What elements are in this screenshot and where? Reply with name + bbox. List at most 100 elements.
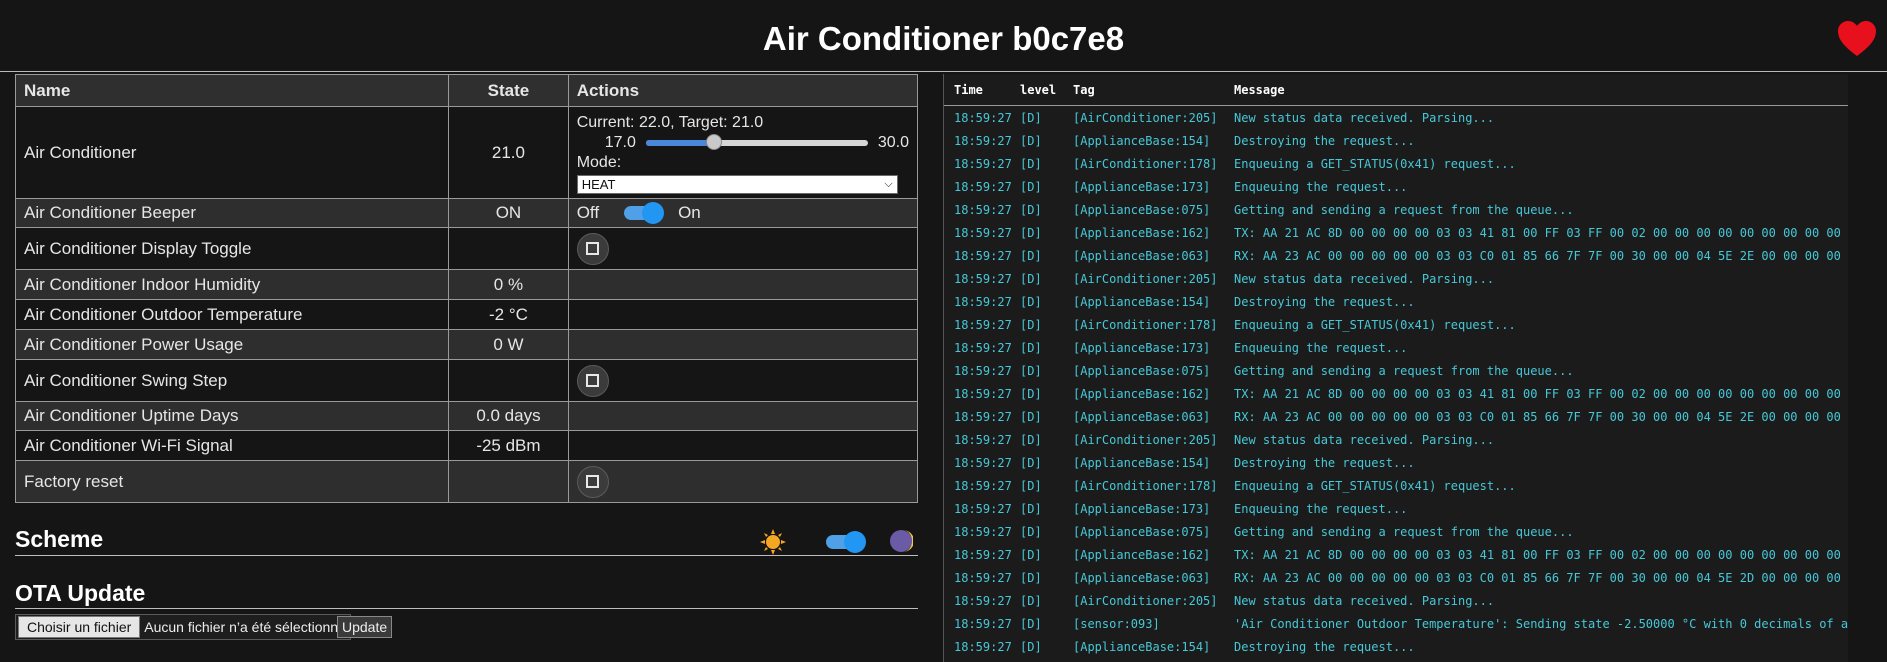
log-row: 18:59:27 [D] [ApplianceBase:154] Destroying… xyxy=(944,451,1887,474)
log-row: 18:59:27 [D] [AirConditioner:205] New statu… xyxy=(944,267,1887,290)
log-message: Destroying the request... xyxy=(1234,294,1415,309)
log-row: 18:59:27 [D] [AirConditioner:178] Enqueuing… xyxy=(944,152,1887,175)
log-message: TX: AA 21 AC 8D 00 00 00 00 03 03 41 81 … xyxy=(1234,386,1863,401)
beeper-toggle-row: Off On xyxy=(577,202,909,224)
entity-state: -2 °C xyxy=(448,299,569,330)
entity-state xyxy=(448,359,569,402)
log-time: 18:59:27 xyxy=(954,639,1012,654)
log-time: 18:59:27 xyxy=(954,294,1012,309)
climate-actions: Current: 22.0, Target: 21.0 17.0 30.0 Mo… xyxy=(567,106,919,199)
log-row: 18:59:27 [D] [ApplianceBase:162] TX: AA 21 … xyxy=(944,221,1887,244)
log-level: [D] xyxy=(1020,386,1042,401)
log-row: 18:59:27 [D] [ApplianceBase:075] Getting an… xyxy=(944,198,1887,221)
log-tag: [ApplianceBase:063] xyxy=(1073,248,1211,263)
target-temperature-slider[interactable] xyxy=(645,134,868,150)
entity-name: Air Conditioner xyxy=(14,106,450,199)
table-row: Air Conditioner Uptime Days 0.0 days xyxy=(14,401,919,431)
table-row: Air Conditioner Power Usage 0 W xyxy=(14,329,919,360)
ota-file-input[interactable]: Choisir un fichier Aucun fichier n’a été… xyxy=(15,614,351,640)
log-tag: [AirConditioner:178] xyxy=(1073,478,1218,493)
swing-step-button[interactable] xyxy=(576,364,609,397)
log-level: [D] xyxy=(1020,501,1042,516)
log-message: New status data received. Parsing... xyxy=(1234,271,1495,286)
log-tag: [AirConditioner:178] xyxy=(1073,317,1218,332)
log-time: 18:59:27 xyxy=(954,570,1012,585)
log-row: 18:59:27 [D] [ApplianceBase:063] RX: AA 23 … xyxy=(944,244,1887,267)
table-row: Air Conditioner 21.0 Current: 22.0, Targ… xyxy=(14,106,919,199)
slider-thumb[interactable] xyxy=(706,134,723,150)
log-time: 18:59:27 xyxy=(954,133,1012,148)
entity-name: Air Conditioner Display Toggle xyxy=(14,227,450,270)
ota-title: OTA Update xyxy=(15,580,146,606)
scheme-switch[interactable] xyxy=(826,531,866,553)
factory-reset-button[interactable] xyxy=(576,465,609,498)
log-row: 18:59:27 [D] [ApplianceBase:075] Getting an… xyxy=(944,520,1887,543)
log-level: [D] xyxy=(1020,225,1042,240)
heart-icon[interactable] xyxy=(1837,20,1877,58)
update-button[interactable]: Update xyxy=(337,616,393,638)
square-icon xyxy=(586,242,600,255)
log-level: [D] xyxy=(1020,110,1042,125)
scheme-title: Scheme xyxy=(15,526,104,552)
log-tag: [ApplianceBase:075] xyxy=(1073,363,1211,378)
log-row: 18:59:27 [D] [AirConditioner:205] New statu… xyxy=(944,106,1887,129)
choose-file-button[interactable]: Choisir un fichier xyxy=(18,616,141,638)
log-row: 18:59:27 [D] [AirConditioner:205] New statu… xyxy=(944,428,1887,451)
current-target-text: Current: 22.0, Target: 21.0 xyxy=(576,114,764,131)
log-level: [D] xyxy=(1020,616,1042,631)
log-tag: [sensor:093] xyxy=(1073,616,1160,631)
log-time: 18:59:27 xyxy=(954,225,1012,240)
log-row: 18:59:27 [D] [ApplianceBase:162] TX: AA 21 … xyxy=(944,382,1887,405)
log-row: 18:59:27 [D] [AirConditioner:205] New statu… xyxy=(944,589,1887,612)
entity-name: Air Conditioner Beeper xyxy=(14,198,450,228)
log-message: Enqueuing the request... xyxy=(1234,340,1408,355)
header-actions: Actions xyxy=(567,74,919,107)
square-icon xyxy=(586,374,600,387)
entity-name: Air Conditioner Indoor Humidity xyxy=(14,269,450,300)
log-tag: [AirConditioner:205] xyxy=(1073,271,1218,286)
log-level: [D] xyxy=(1020,639,1042,654)
log-row: 18:59:27 [D] [AirConditioner:178] Enqueuing… xyxy=(944,474,1887,497)
mode-select[interactable]: HEAT ⌵ xyxy=(576,175,898,194)
square-icon xyxy=(586,475,600,488)
log-tag: [ApplianceBase:173] xyxy=(1073,179,1211,194)
log-level: [D] xyxy=(1020,547,1042,562)
log-message: Destroying the request... xyxy=(1234,133,1415,148)
display-toggle-button[interactable] xyxy=(576,232,609,265)
mode-value: HEAT xyxy=(581,177,616,192)
log-message: New status data received. Parsing... xyxy=(1234,110,1495,125)
table-row: Air Conditioner Wi-Fi Signal -25 dBm xyxy=(14,430,919,461)
log-tag: [ApplianceBase:173] xyxy=(1073,501,1211,516)
log-tag: [ApplianceBase:063] xyxy=(1073,409,1211,424)
moon-icon xyxy=(890,530,913,552)
log-message: RX: AA 23 AC 00 00 00 00 00 03 03 C0 01 … xyxy=(1234,248,1863,263)
log-level: [D] xyxy=(1020,156,1042,171)
log-time: 18:59:27 xyxy=(954,455,1012,470)
table-row: Air Conditioner Indoor Humidity 0 % xyxy=(14,269,919,300)
entity-name: Air Conditioner Uptime Days xyxy=(14,401,450,431)
entity-state: -25 dBm xyxy=(448,430,569,461)
log-header-time: Time xyxy=(954,82,983,97)
entity-state xyxy=(448,460,569,503)
page-title: Air Conditioner b0c7e8 xyxy=(0,0,1887,72)
log-tag: [ApplianceBase:162] xyxy=(1073,225,1211,240)
log-level: [D] xyxy=(1020,248,1042,263)
log-level: [D] xyxy=(1020,271,1042,286)
entity-name: Air Conditioner Power Usage xyxy=(14,329,450,360)
log-tag: [ApplianceBase:162] xyxy=(1073,547,1211,562)
log-level: [D] xyxy=(1020,294,1042,309)
switch-knob xyxy=(844,531,866,553)
log-tag: [AirConditioner:205] xyxy=(1073,110,1218,125)
log-tag: [ApplianceBase:154] xyxy=(1073,455,1211,470)
log-message: Enqueuing the request... xyxy=(1234,501,1408,516)
log-message: Destroying the request... xyxy=(1234,455,1415,470)
log-time: 18:59:27 xyxy=(954,386,1012,401)
log-message: RX: AA 23 AC 00 00 00 00 00 03 03 C0 01 … xyxy=(1234,570,1863,585)
beeper-switch[interactable] xyxy=(624,202,665,224)
slider-fill xyxy=(645,140,715,146)
log-header-level: level xyxy=(1020,82,1057,97)
log-time: 18:59:27 xyxy=(954,248,1012,263)
entity-name: Factory reset xyxy=(14,460,450,503)
log-message: Enqueuing the request... xyxy=(1234,179,1408,194)
log-row: 18:59:27 [D] [ApplianceBase:154] Destroying… xyxy=(944,290,1887,313)
